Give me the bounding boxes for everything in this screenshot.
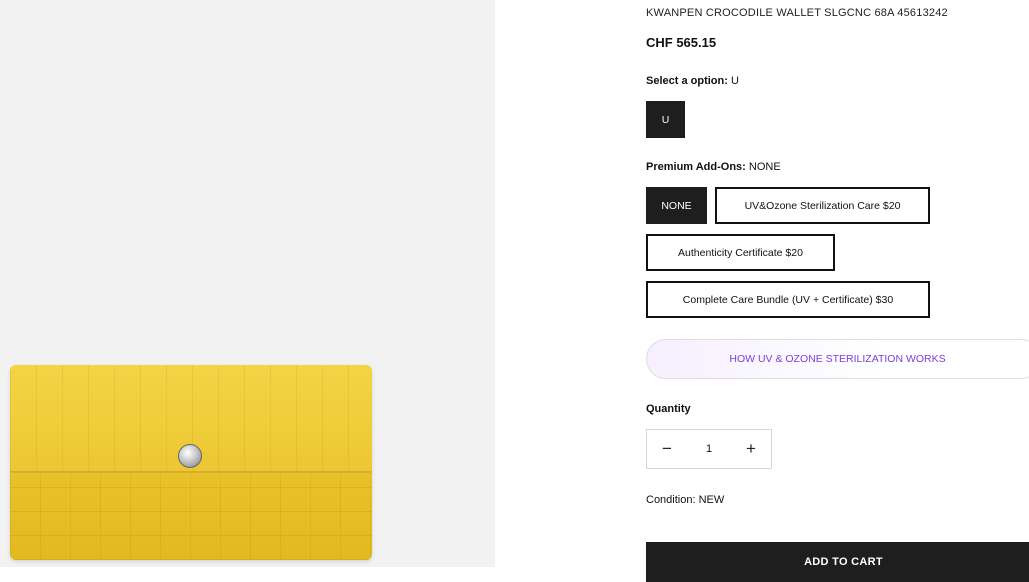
add-to-cart-button[interactable]: ADD TO CART [646, 542, 1029, 582]
option-label: Select a option: U [646, 75, 739, 87]
addons-selected-value: NONE [748, 161, 781, 173]
addon-uv-ozone-button[interactable]: UV&Ozone Sterilization Care $20 [715, 187, 930, 224]
how-sterilization-works-link[interactable]: HOW UV & OZONE STERILIZATION WORKS [646, 339, 1029, 379]
quantity-decrease-button[interactable]: − [647, 430, 687, 468]
addons-label: Premium Add-Ons: NONE [646, 161, 781, 173]
quantity-increase-button[interactable]: + [731, 430, 771, 468]
option-button-u[interactable]: U [646, 101, 685, 138]
wallet-clasp [178, 444, 202, 468]
option-label-text: Select a option: [646, 75, 728, 87]
product-info-panel: KWANPEN CROCODILE WALLET SLGCNC 68A 4561… [646, 0, 1029, 582]
product-price: CHF 565.15 [646, 35, 717, 50]
quantity-value[interactable]: 1 [687, 443, 731, 455]
product-gallery [0, 0, 495, 567]
quantity-label: Quantity [646, 403, 691, 415]
addon-care-bundle-button[interactable]: Complete Care Bundle (UV + Certificate) … [646, 281, 930, 318]
quantity-stepper: − 1 + [646, 429, 772, 469]
addon-certificate-button[interactable]: Authenticity Certificate $20 [646, 234, 835, 271]
product-title: KWANPEN CROCODILE WALLET SLGCNC 68A 4561… [646, 7, 948, 19]
option-selected-value: U [730, 75, 739, 87]
condition-text: Condition: NEW [646, 494, 725, 506]
product-image-wallet[interactable] [10, 365, 372, 560]
addons-label-text: Premium Add-Ons: [646, 161, 746, 173]
addon-none-button[interactable]: NONE [646, 187, 707, 224]
